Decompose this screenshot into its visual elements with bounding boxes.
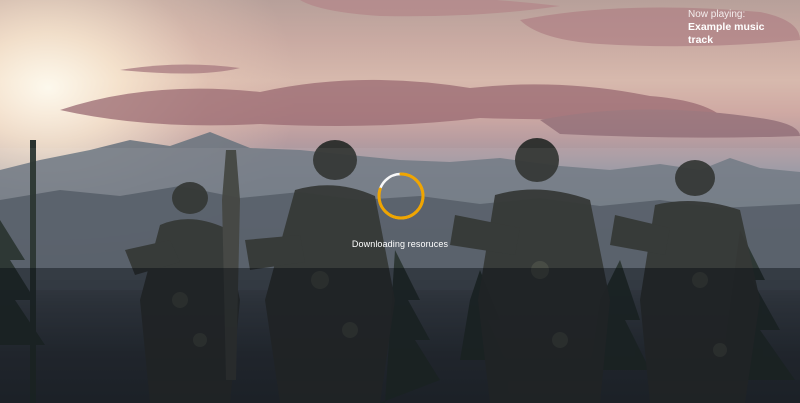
loading-ring-icon	[377, 172, 425, 220]
now-playing-widget: Now playing: Example music track	[688, 8, 788, 47]
lower-dark-band	[0, 268, 800, 403]
loading-status-text: Downloading resoruces	[351, 239, 449, 249]
loading-screen: Now playing: Example music track Downloa…	[0, 0, 800, 403]
now-playing-label: Now playing:	[688, 9, 746, 20]
now-playing-track: Example music track	[688, 21, 765, 46]
